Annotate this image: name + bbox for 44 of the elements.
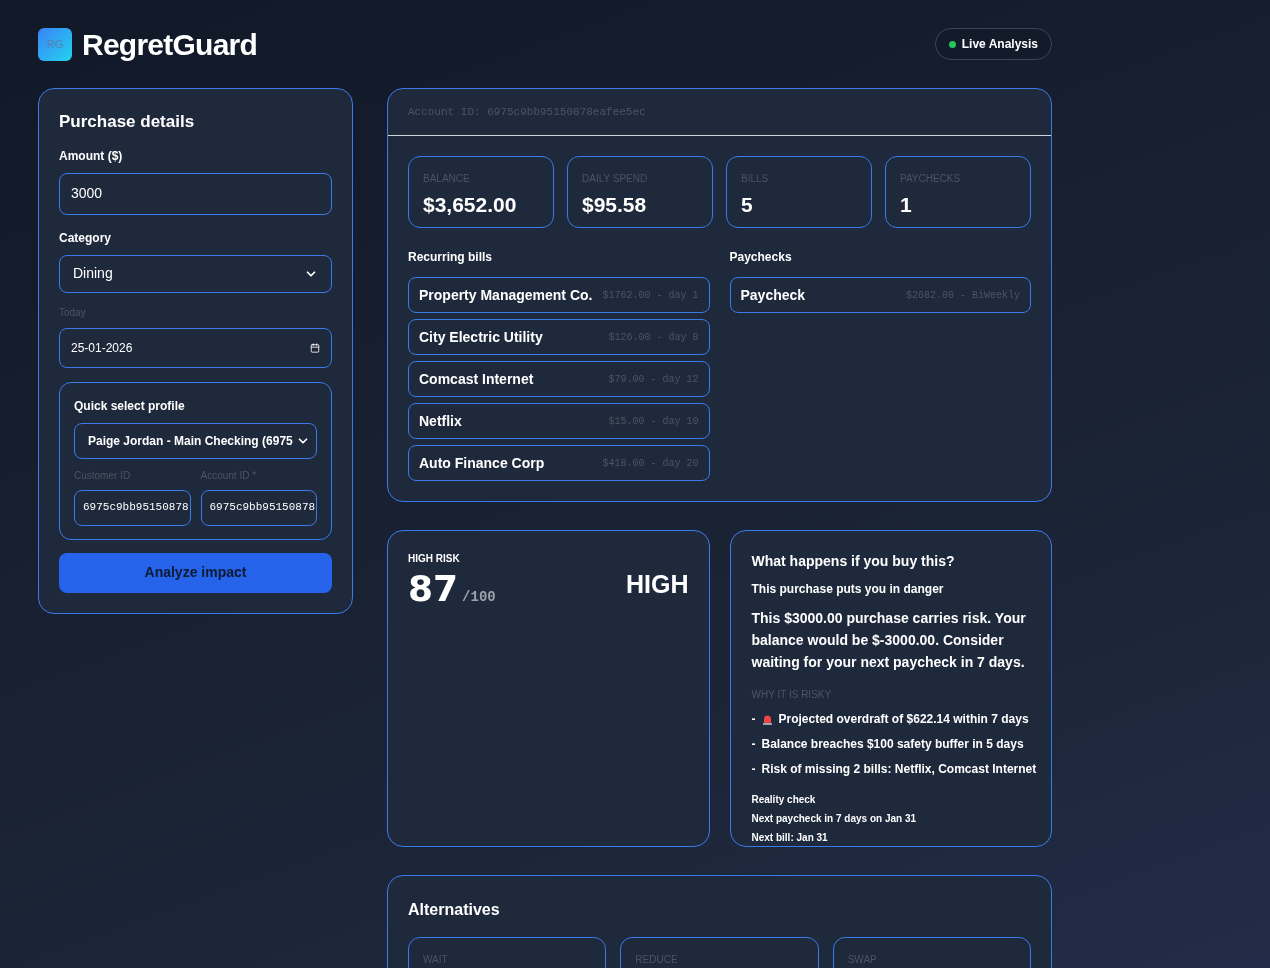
stat-value: $95.58 <box>582 192 648 218</box>
bullet-dash: - <box>751 761 756 778</box>
amount-field[interactable]: 3000 <box>59 172 332 215</box>
bill-name: Netflix <box>419 411 462 431</box>
stat-value: 1 <box>900 192 913 218</box>
profile-select[interactable]: Paige Jordan - Main Checking (6975 <box>74 422 317 459</box>
card-title: Purchase details <box>59 111 196 133</box>
bill-name: Property Management Co. <box>419 285 593 305</box>
bill-name: Comcast Internet <box>419 369 534 389</box>
customer-id-field[interactable]: 6975c9bb95150878 <box>74 489 191 526</box>
calendar-icon <box>310 342 320 353</box>
reality-title: Reality check <box>751 793 817 807</box>
category-select[interactable]: Dining <box>59 254 332 293</box>
bullet-dash: - <box>751 711 756 728</box>
paycheck-name: Paycheck <box>740 285 806 305</box>
section-title: Recurring bills <box>408 249 494 266</box>
reason-text: Risk of missing 2 bills: Netflix, Comcast Internet <box>761 761 1037 778</box>
panel-title: Quick select profile <box>74 397 186 415</box>
bill-name: Auto Finance Corp <box>419 453 545 473</box>
logo-badge: RG <box>38 27 72 61</box>
risk-label: HIGH RISK <box>408 552 461 566</box>
risk-max: /100 <box>462 588 496 607</box>
date-field[interactable]: 25-01-2026 <box>59 327 332 368</box>
bullet-dash: - <box>751 736 756 753</box>
outcome-summary: This $3000.00 purchase carries risk. Your balance would be $-3000.00. Consider waiting for your next paycheck in 7 days. <box>751 609 1027 672</box>
section-title: Paychecks <box>729 249 793 266</box>
bill-name: City Electric Utility <box>419 327 543 347</box>
outcome-subtitle: This purchase puts you in danger <box>751 581 945 598</box>
account-id-field[interactable]: 6975c9bb95150878 <box>200 489 317 526</box>
reality-line: Next bill: Jan 31 <box>751 831 829 845</box>
field-label: Category <box>59 229 112 247</box>
reason-text: Balance breaches $100 safety buffer in 5 days <box>761 736 1024 753</box>
app-title: RegretGuard <box>82 26 258 63</box>
field-label: Amount ($) <box>59 147 124 165</box>
reality-line: Next paycheck in 7 days on Jan 31 <box>751 812 918 826</box>
risk-level: HIGH <box>626 569 689 600</box>
reason-text: Projected overdraft of $622.14 within 7 days <box>778 711 1029 728</box>
risk-score: 87 <box>408 567 459 611</box>
stat-value: 5 <box>741 192 754 218</box>
outcome-title: What happens if you buy this? <box>751 552 956 571</box>
card-title: Alternatives <box>408 900 501 920</box>
status-label: Live Analysis <box>961 36 1038 53</box>
stat-value: $3,652.00 <box>423 192 518 218</box>
siren-icon <box>761 713 773 725</box>
